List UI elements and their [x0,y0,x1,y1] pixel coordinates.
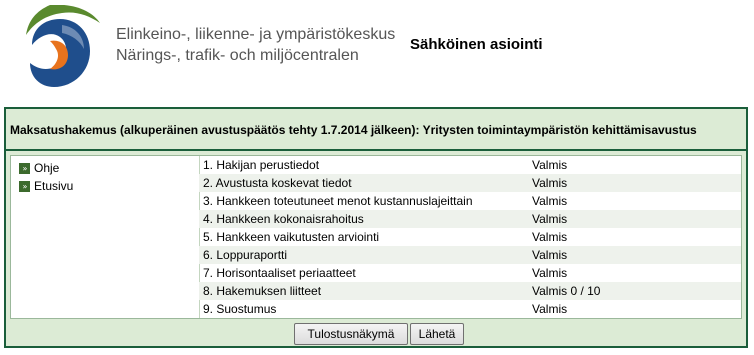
section-row[interactable]: 6. Loppuraportti Valmis [199,246,741,264]
organization-name: Elinkeino-, liikenne- ja ympäristökeskus… [116,24,395,66]
action-bar: Tulostusnäkymä Lähetä [6,321,746,346]
section-name[interactable]: 7. Horisontaaliset periaatteet [203,266,356,280]
send-button[interactable]: Lähetä [410,323,464,345]
nav-link-ohje[interactable]: » Ohje [19,160,59,176]
panel-title: Maksatushakemus (alkuperäinen avustuspää… [10,123,697,137]
section-status: Valmis [532,158,568,172]
section-row[interactable]: 8. Hakemuksen liitteet Valmis 0 / 10 [199,282,741,300]
nav-link-etusivu[interactable]: » Etusivu [19,178,73,194]
service-title: Sähköinen asiointi [410,36,543,53]
section-row[interactable]: 7. Horisontaaliset periaatteet Valmis [199,264,741,282]
double-chevron-right-icon: » [19,162,30,174]
section-name[interactable]: 4. Hankkeen kokonaisrahoitus [203,212,364,226]
section-status: Valmis [532,212,568,226]
organization-name-fi: Elinkeino-, liikenne- ja ympäristökeskus [116,26,396,43]
section-row[interactable]: 9. Suostumus Valmis [199,300,741,318]
application-panel: Maksatushakemus (alkuperäinen avustuspää… [4,107,748,348]
side-navigation: » Ohje » Etusivu [11,156,200,318]
ely-logo [26,5,100,87]
page-header: Elinkeino-, liikenne- ja ympäristökeskus… [0,0,754,100]
section-name[interactable]: 9. Suostumus [203,302,276,316]
section-status: Valmis [532,194,568,208]
nav-link-label: Etusivu [34,179,74,193]
section-name[interactable]: 5. Hankkeen vaikutusten arviointi [203,230,379,244]
print-view-button[interactable]: Tulostusnäkymä [294,323,408,345]
section-status: Valmis [532,302,568,316]
section-status: Valmis [532,248,568,262]
section-row[interactable]: 3. Hankkeen toteutuneet menot kustannusl… [199,192,741,210]
section-row[interactable]: 1. Hakijan perustiedot Valmis [199,156,741,174]
section-status: Valmis 0 / 10 [532,284,601,298]
double-chevron-right-icon: » [19,180,30,192]
section-name[interactable]: 3. Hankkeen toteutuneet menot kustannusl… [203,194,473,208]
section-row[interactable]: 5. Hankkeen vaikutusten arviointi Valmis [199,228,741,246]
section-name[interactable]: 2. Avustusta koskevat tiedot [203,176,352,190]
panel-content: » Ohje » Etusivu 1. Hakijan perustiedot … [10,155,742,319]
section-name[interactable]: 8. Hakemuksen liitteet [203,284,321,298]
section-name[interactable]: 1. Hakijan perustiedot [203,158,319,172]
section-row[interactable]: 2. Avustusta koskevat tiedot Valmis [199,174,741,192]
panel-title-bar: Maksatushakemus (alkuperäinen avustuspää… [6,109,746,151]
section-name[interactable]: 6. Loppuraportti [203,248,287,262]
nav-link-label: Ohje [34,161,60,175]
section-status: Valmis [532,230,568,244]
section-row[interactable]: 4. Hankkeen kokonaisrahoitus Valmis [199,210,741,228]
section-status: Valmis [532,266,568,280]
section-status: Valmis [532,176,568,190]
organization-name-sv: Närings-, trafik- och miljöcentralen [116,47,359,64]
